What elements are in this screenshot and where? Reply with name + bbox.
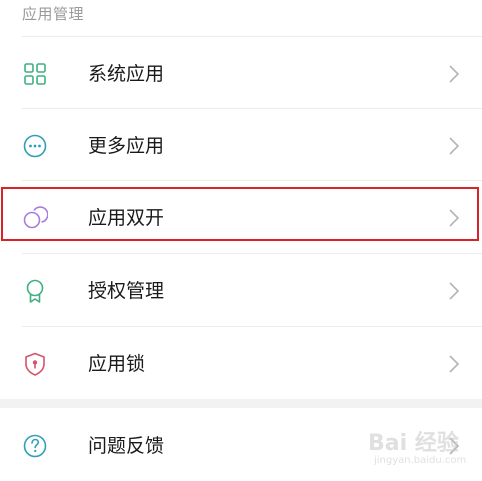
menu-item-more-apps[interactable]: 更多应用 [0, 109, 482, 181]
menu-item-label: 问题反馈 [88, 435, 165, 457]
chevron-right-icon [448, 136, 460, 156]
menu-item-dual-apps[interactable]: 应用双开 [0, 181, 482, 253]
section-gap [0, 399, 482, 408]
dual-circles-icon [22, 205, 48, 231]
menu-item-label: 系统应用 [88, 63, 165, 85]
more-dots-icon [22, 133, 48, 159]
shield-lock-icon [22, 351, 48, 377]
menu-item-label: 授权管理 [88, 280, 165, 302]
section-header: 应用管理 [22, 5, 85, 23]
menu-item-label: 更多应用 [88, 135, 165, 157]
menu-item-label: 应用双开 [88, 207, 165, 229]
menu-item-feedback[interactable]: 问题反馈 [0, 409, 482, 481]
question-circle-icon [22, 433, 48, 459]
grid-apps-icon [22, 61, 48, 87]
menu-item-label: 应用锁 [88, 353, 146, 375]
menu-item-app-lock[interactable]: 应用锁 [0, 327, 482, 399]
menu-item-permissions[interactable]: 授权管理 [0, 254, 482, 326]
chevron-right-icon [448, 436, 460, 456]
chevron-right-icon [448, 354, 460, 374]
chevron-right-icon [448, 281, 460, 301]
badge-ribbon-icon [22, 278, 48, 304]
menu-item-system-apps[interactable]: 系统应用 [0, 37, 482, 109]
app-management-screen: 应用管理 系统应用 更多应用 应用双开 授权管理 应用锁 问题反馈 Bai 经验… [0, 0, 482, 481]
chevron-right-icon [448, 64, 460, 84]
chevron-right-icon [448, 208, 460, 228]
